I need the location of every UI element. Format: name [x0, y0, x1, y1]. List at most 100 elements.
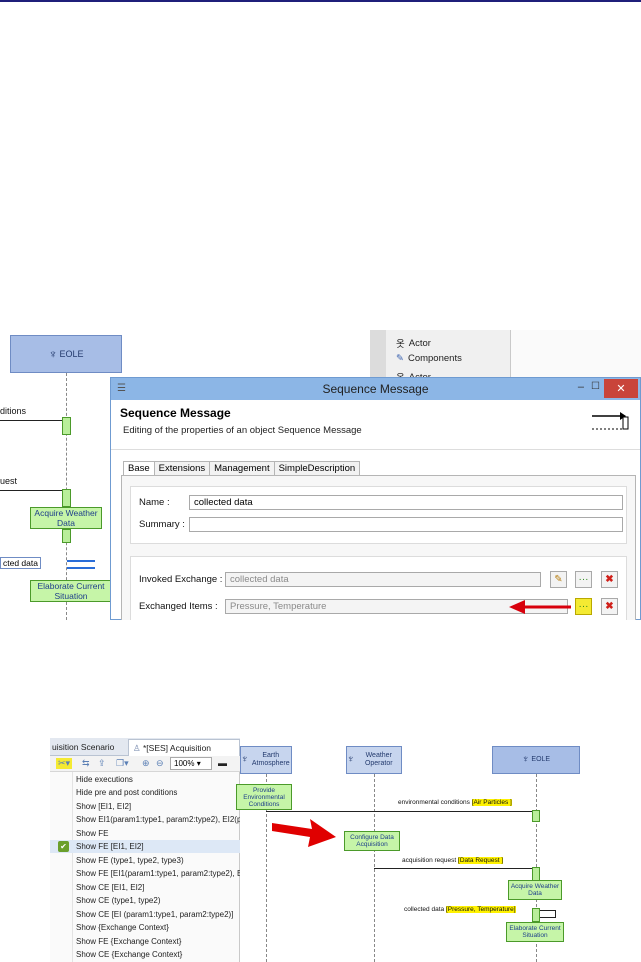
tab-body-base: Name : collected data Summary : Invoked … [121, 475, 636, 620]
minimize-icon[interactable]: – [578, 381, 584, 393]
diagram-toolbar: ✂▾ ⇆ ⇪ ❐▾ ⊕ ⊖ 100% ▾ ▬ [50, 756, 240, 772]
execution-bar[interactable] [62, 417, 71, 435]
palette-item-actor[interactable]: 옷 Actor [396, 336, 431, 351]
execution-bar[interactable] [532, 867, 540, 881]
menu-item[interactable]: Show FE [EI1(param1:type1, param2:type2)… [50, 867, 240, 880]
exchanged-items-highlight: [Data Request ] [458, 857, 504, 864]
message-line[interactable] [266, 811, 532, 812]
zoom-in-icon[interactable]: ⊕ [142, 758, 150, 769]
menu-item[interactable]: Show [EI1, EI2] [50, 800, 240, 813]
lifeline-eole[interactable]: ♆ EOLE [492, 746, 580, 774]
window-menu-icon[interactable]: ☰ [117, 383, 126, 394]
zoom-select[interactable]: 100% ▾ [170, 757, 212, 770]
dialog-titlebar[interactable]: ☰ Sequence Message – ☐ ✕ [111, 378, 640, 400]
clear-exchanged-items-button[interactable]: ✖ [601, 598, 618, 615]
edit-button[interactable]: ✎ [550, 571, 567, 588]
tab-extensions[interactable]: Extensions [153, 461, 211, 475]
activity-acquire-weather-data[interactable]: Acquire Weather Data [508, 880, 562, 900]
palette-item-components[interactable]: ✎ Components [396, 353, 462, 364]
activity-elaborate-current-situation[interactable]: Elaborate Current Situation [506, 922, 564, 942]
checkmark-icon: ✔ [58, 841, 69, 852]
activity-acquire-weather-data[interactable]: Acquire Weather Data [30, 507, 102, 529]
dialog-header-title: Sequence Message [120, 406, 231, 420]
invoked-exchange-label: Invoked Exchange : [139, 574, 223, 585]
message-collected-data[interactable]: collected data [Pressure, Temperature] [404, 906, 516, 913]
red-arrow-annotation [272, 819, 336, 847]
activity-elaborate-current-situation[interactable]: Elaborate Current Situation [30, 580, 112, 602]
menu-item[interactable]: Show FE (type1, type2, type3) [50, 854, 240, 867]
execution-bar[interactable] [62, 489, 71, 507]
lifeline-earth-atmosphere[interactable]: ♆ Earth Atmosphere [240, 746, 292, 774]
selected-message-label[interactable]: cted data [0, 557, 41, 569]
selected-message-line[interactable] [67, 560, 95, 562]
summary-field[interactable] [189, 517, 623, 532]
menu-item[interactable]: Show EI1(param1:type1, param2:type2), EI… [50, 813, 240, 826]
message-label[interactable]: ditions [0, 406, 26, 416]
browse-exchanged-items-button[interactable]: ··· [575, 598, 592, 615]
tab-base[interactable]: Base [123, 461, 155, 475]
export-icon[interactable]: ⇪ [98, 758, 106, 769]
dialog-window-title: Sequence Message [322, 382, 429, 396]
message-line[interactable] [0, 490, 62, 491]
ellipsis-icon: ··· [578, 574, 589, 585]
maximize-icon[interactable]: ☐ [591, 381, 600, 392]
exchanged-items-label: Exchanged Items : [139, 601, 218, 612]
component-icon: ♆ [241, 754, 249, 765]
lifeline-eole[interactable]: ♆ EOLE [10, 335, 122, 373]
lifeline-label: Earth Atmosphere [251, 752, 290, 767]
diagram-icon: ♙ [133, 743, 143, 753]
menu-item[interactable]: Hide executions [50, 773, 240, 786]
menu-item[interactable]: Show CE [EI1, EI2] [50, 881, 240, 894]
message-line[interactable] [0, 420, 62, 421]
menu-item-checked[interactable]: ✔ Show FE [EI1, EI2] [50, 840, 240, 853]
menu-item[interactable]: Show FE [50, 827, 240, 840]
invoked-exchange-field[interactable]: collected data [225, 572, 541, 587]
sequence-diagram-panel: ♆ EOLE ditions uest Acquire Weather Data… [0, 330, 641, 620]
browse-button[interactable]: ··· [575, 571, 592, 588]
menu-item[interactable]: Show {Exchange Context} [50, 921, 240, 934]
component-icon: ♆ [347, 754, 355, 765]
properties-pane [511, 330, 641, 380]
lifeline-weather-operator[interactable]: ♆ Weather Operator [346, 746, 402, 774]
self-message-line[interactable] [540, 910, 556, 911]
name-field[interactable]: collected data [189, 495, 623, 510]
close-icon[interactable]: ✕ [604, 379, 638, 398]
message-acquisition-request[interactable]: acquisition request [Data Request ] [402, 857, 504, 864]
clear-button[interactable]: ✖ [601, 571, 618, 588]
execution-bar[interactable] [62, 529, 71, 543]
component-icon: ♆ [48, 347, 58, 361]
execution-bar[interactable] [532, 810, 540, 822]
name-label: Name : [139, 497, 170, 508]
menu-item[interactable]: Show CE (type1, type2) [50, 894, 240, 907]
menu-item[interactable]: Show FE {Exchange Context} [50, 935, 240, 948]
tab-simple-description[interactable]: SimpleDescription [273, 461, 361, 475]
copy-icon[interactable]: ❐▾ [116, 758, 129, 769]
menu-item[interactable]: Hide pre and post conditions [50, 786, 240, 799]
zoom-value: 100% [174, 759, 195, 768]
execution-bar[interactable] [532, 908, 540, 922]
tab-ses-acquisition-scenario[interactable]: ♙ *[SES] Acquisition Scenario [128, 739, 240, 764]
self-message-line[interactable] [540, 917, 556, 918]
actor-icon: 옷 [396, 339, 405, 350]
activity-configure-data-acquisition[interactable]: Configure Data Acquisition [344, 831, 400, 851]
diagram-editor-panel: uisition Scenario ♙ *[SES] Acquisition S… [50, 738, 641, 962]
activity-provide-environmental-conditions[interactable]: Provide Environmental Conditions [236, 784, 292, 810]
tab-acquisition-scenario[interactable]: uisition Scenario [52, 742, 114, 752]
message-environmental-conditions[interactable]: environmental conditions [Air Particles … [398, 799, 512, 806]
components-icon: ✎ [396, 353, 404, 364]
tab-management[interactable]: Management [209, 461, 275, 475]
delete-icon: ✖ [605, 601, 614, 612]
message-label[interactable]: uest [0, 476, 17, 486]
layout-icon[interactable]: ⇆ [82, 758, 90, 769]
palette-strip [370, 330, 386, 380]
zoom-out-icon[interactable]: ⊖ [156, 758, 164, 769]
message-label: environmental conditions [398, 799, 470, 806]
selected-message-line[interactable] [67, 567, 95, 569]
screen-icon[interactable]: ▬ [218, 758, 227, 768]
message-line[interactable] [374, 868, 532, 869]
message-label: collected data [404, 906, 445, 913]
menu-item[interactable]: Show CE [EI (param1:type1, param2:type2)… [50, 908, 240, 921]
menu-item[interactable]: Show CE {Exchange Context} [50, 948, 240, 961]
component-icon: ♆ [521, 754, 530, 765]
filter-dropdown-icon[interactable]: ✂▾ [56, 758, 73, 769]
